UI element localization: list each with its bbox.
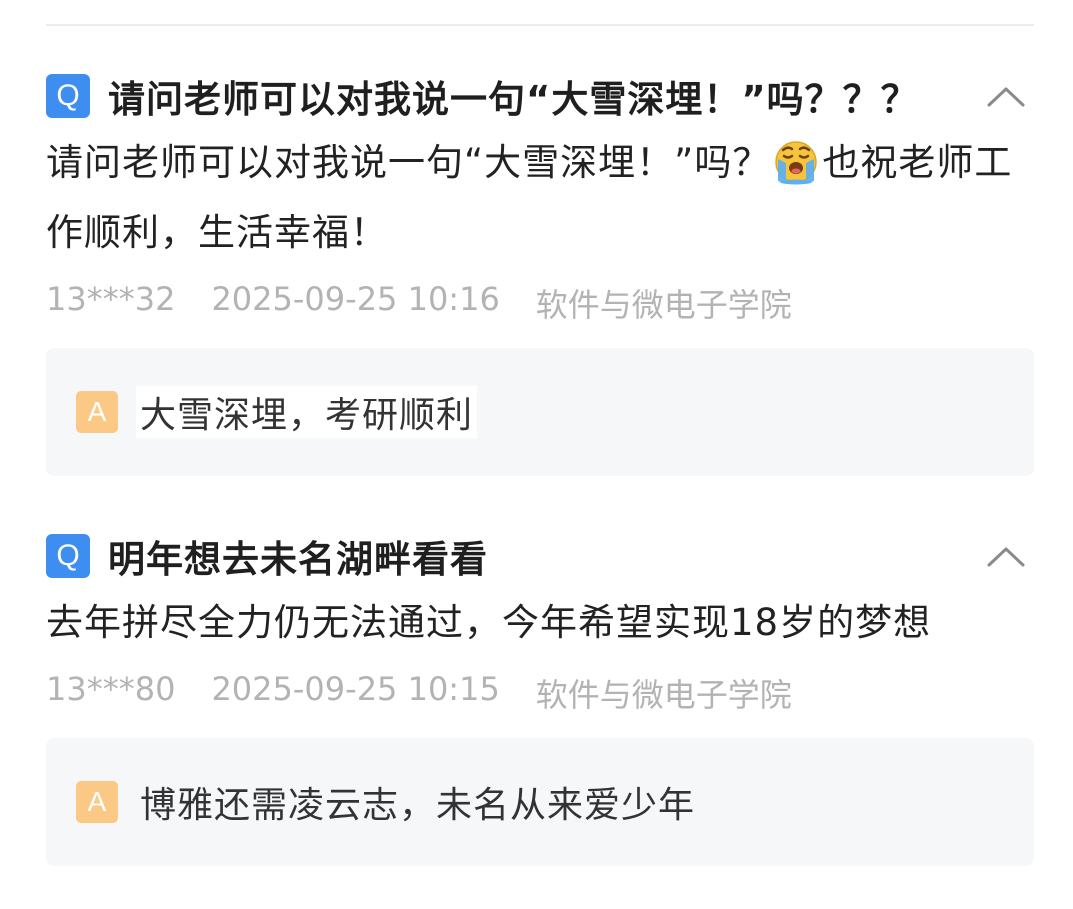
question-badge: Q <box>46 74 90 118</box>
qa-item: Q 明年想去未名湖畔看看 去年拼尽全力仍无法通过，今年希望实现18岁的梦想 13… <box>46 532 1034 866</box>
question-meta: 13***32 2025-09-25 10:16 软件与微电子学院 <box>46 280 1034 326</box>
collapse-button[interactable] <box>982 72 1030 120</box>
department: 软件与微电子学院 <box>535 286 792 324</box>
timestamp: 2025-09-25 10:15 <box>211 670 500 708</box>
answer-box: A 大雪深埋，考研顺利 <box>46 348 1034 476</box>
qa-item: Q 请问老师可以对我说一句“大雪深埋！”吗？？？ 请问老师可以对我说一句“大雪深… <box>46 72 1034 476</box>
top-divider <box>46 24 1034 26</box>
chevron-up-icon <box>987 87 1025 107</box>
question-meta: 13***80 2025-09-25 10:15 软件与微电子学院 <box>46 670 1034 716</box>
question-header: Q 明年想去未名湖畔看看 <box>46 532 1034 581</box>
answer-badge: A <box>76 781 118 823</box>
qa-page: Q 请问老师可以对我说一句“大雪深埋！”吗？？？ 请问老师可以对我说一句“大雪深… <box>0 0 1073 909</box>
answer-text: 大雪深埋，考研顺利 <box>136 386 478 438</box>
question-body: 请问老师可以对我说一句“大雪深埋！”吗？ 也祝老师工作顺利，生活幸福！ <box>46 128 1034 268</box>
collapse-button[interactable] <box>982 532 1030 580</box>
question-body: 去年拼尽全力仍无法通过，今年希望实现18岁的梦想 <box>46 601 932 644</box>
timestamp: 2025-09-25 10:16 <box>211 280 500 318</box>
question-badge: Q <box>46 534 90 578</box>
question-body-text: 请问老师可以对我说一句“大雪深埋！”吗？ <box>46 141 771 184</box>
answer-text: 博雅还需凌云志，未名从来爱少年 <box>140 785 696 826</box>
user-id: 13***32 <box>46 280 176 318</box>
question-title: 请问老师可以对我说一句“大雪深埋！”吗？？？ <box>108 78 919 121</box>
answer-box: A 博雅还需凌云志，未名从来爱少年 <box>46 738 1034 866</box>
answer-badge: A <box>76 391 118 433</box>
chevron-up-icon <box>987 547 1025 567</box>
user-id: 13***80 <box>46 670 176 708</box>
question-title: 明年想去未名湖畔看看 <box>108 538 488 581</box>
loudly-crying-face-icon <box>775 140 818 184</box>
question-header: Q 请问老师可以对我说一句“大雪深埋！”吗？？？ <box>46 72 1034 121</box>
department: 软件与微电子学院 <box>535 676 792 714</box>
